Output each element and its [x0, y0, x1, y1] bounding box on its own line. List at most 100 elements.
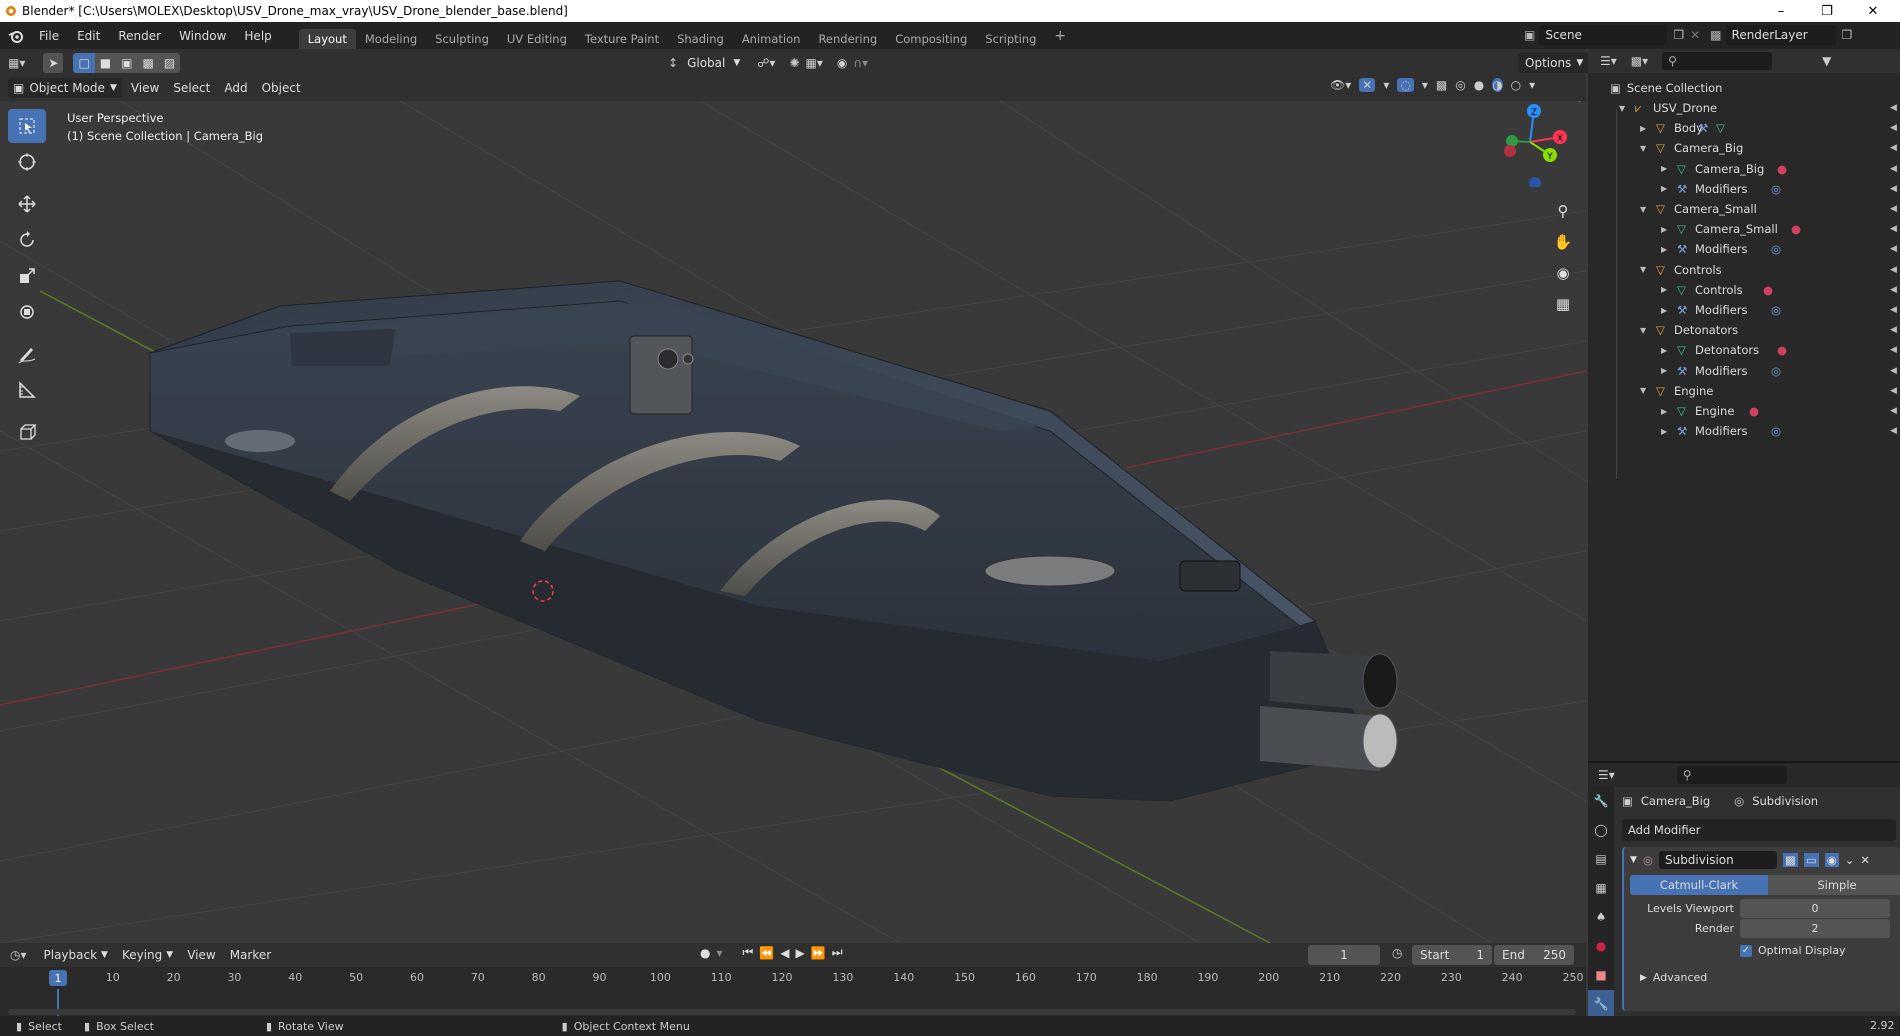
- filter-icon[interactable]: ▼: [1822, 54, 1831, 68]
- row-toggle-icon[interactable]: ◀: [1890, 285, 1897, 295]
- camera-view-icon[interactable]: ◉: [1552, 258, 1574, 289]
- modifier-tab-icon[interactable]: 🔧: [1588, 990, 1614, 1019]
- optimal-display-checkbox[interactable]: ✓: [1740, 944, 1752, 957]
- row-toggle-icon[interactable]: ◀: [1890, 325, 1897, 335]
- select-mode-subtract-icon[interactable]: ▣: [116, 53, 138, 73]
- outliner-row[interactable]: ▼ ⩗ USV_Drone ◀: [1588, 98, 1900, 118]
- end-frame-field[interactable]: End 250: [1494, 945, 1574, 965]
- render-toggle-icon[interactable]: ◉: [1824, 853, 1839, 867]
- orientation-dropdown[interactable]: Global ▼: [684, 53, 743, 73]
- simple-tab[interactable]: Simple: [1768, 875, 1900, 895]
- menu-window[interactable]: Window: [170, 29, 235, 43]
- select-box-tool-icon[interactable]: [8, 109, 46, 143]
- navigation-gizmo[interactable]: Z X Y: [1490, 101, 1570, 189]
- blender-menu-icon[interactable]: [8, 29, 24, 43]
- row-toggle-icon[interactable]: ◀: [1890, 204, 1897, 214]
- mesh-badge-icon[interactable]: ▽: [1716, 121, 1725, 135]
- row-toggle-icon[interactable]: ◀: [1890, 265, 1897, 275]
- collapse-arrow-icon[interactable]: ▶: [1661, 285, 1667, 294]
- prev-keyframe-icon[interactable]: ⏪: [759, 946, 774, 960]
- properties-search-input[interactable]: ⚲: [1676, 766, 1787, 784]
- scene-field[interactable]: Scene: [1539, 25, 1668, 45]
- object-tab-icon[interactable]: ■: [1588, 961, 1614, 990]
- material-icon[interactable]: ●: [1777, 343, 1787, 357]
- add-cube-tool-icon[interactable]: [8, 415, 46, 449]
- tab-shading[interactable]: Shading: [668, 29, 733, 49]
- expand-arrow-icon[interactable]: ▼: [1619, 104, 1625, 113]
- material-icon[interactable]: ●: [1777, 162, 1787, 176]
- outliner-row[interactable]: ▶ ▽ Camera_Big ● ◀: [1588, 159, 1900, 179]
- breadcrumb-object[interactable]: Camera_Big: [1641, 794, 1710, 808]
- renderlayer-icon[interactable]: ▩: [1710, 28, 1721, 42]
- usv-drone-model[interactable]: [149, 280, 1398, 802]
- zoom-icon[interactable]: ⚲: [1552, 196, 1574, 227]
- tab-uv-editing[interactable]: UV Editing: [498, 29, 576, 49]
- output-tab-icon[interactable]: ▤: [1588, 845, 1614, 874]
- gizmo-dropdown-icon[interactable]: ▾: [1383, 78, 1389, 92]
- outliner-row[interactable]: ▶ ▽ Detonators ● ◀: [1588, 340, 1900, 360]
- gizmo-toggle-icon[interactable]: ✕: [1359, 78, 1376, 92]
- outliner-row[interactable]: ▶ ▽ Camera_Small ● ◀: [1588, 219, 1900, 239]
- row-toggle-icon[interactable]: ◀: [1890, 103, 1897, 113]
- pivot-icon[interactable]: ☍▾: [757, 56, 775, 70]
- viewport-menu-object[interactable]: Object: [255, 78, 308, 98]
- row-toggle-icon[interactable]: ◀: [1890, 143, 1897, 153]
- viewport-menu-add[interactable]: Add: [217, 78, 254, 98]
- collapse-arrow-icon[interactable]: ▶: [1661, 407, 1667, 416]
- material-icon[interactable]: ●: [1791, 222, 1801, 236]
- modifier-badge-icon[interactable]: ◎: [1771, 424, 1781, 438]
- cursor-tool-icon[interactable]: [8, 145, 46, 179]
- timeline-editor-type-icon[interactable]: ◷▾: [10, 948, 27, 962]
- outliner-editor-type-icon[interactable]: ☰▾: [1600, 54, 1617, 68]
- delete-modifier-icon[interactable]: ✕: [1860, 853, 1870, 867]
- outliner-row[interactable]: ▼ ▽ Detonators ◀: [1588, 320, 1900, 340]
- breadcrumb-modifier[interactable]: Subdivision: [1752, 794, 1818, 808]
- modifier-badge-icon[interactable]: ◎: [1771, 303, 1781, 317]
- view-layer-tab-icon[interactable]: ▦: [1588, 874, 1614, 903]
- new-layer-icon[interactable]: ❐: [1842, 28, 1853, 42]
- select-tool-icon[interactable]: ➤: [43, 53, 64, 73]
- viewport-menu-select[interactable]: Select: [166, 78, 217, 98]
- timeline-menu-playback[interactable]: Playback ▼: [37, 945, 115, 965]
- select-mode-invert-icon[interactable]: ▩: [137, 53, 159, 73]
- row-toggle-icon[interactable]: ◀: [1890, 426, 1897, 436]
- jump-end-icon[interactable]: ⏭: [832, 945, 843, 960]
- xray-icon[interactable]: ▩: [1436, 78, 1447, 92]
- menu-render[interactable]: Render: [109, 29, 170, 43]
- select-mode-extend-icon[interactable]: ■: [94, 53, 117, 73]
- snap-increment-icon[interactable]: ▦▾: [806, 56, 823, 70]
- snap-icon[interactable]: ✺: [789, 56, 799, 70]
- renderlayer-field[interactable]: RenderLayer: [1725, 25, 1836, 45]
- tab-rendering[interactable]: Rendering: [809, 29, 886, 49]
- current-frame-field[interactable]: 1: [1308, 945, 1380, 965]
- rotate-tool-icon[interactable]: [8, 223, 46, 257]
- material-shading-icon[interactable]: ◑: [1492, 78, 1503, 92]
- collapse-arrow-icon[interactable]: ▶: [1661, 427, 1667, 436]
- rendered-shading-icon[interactable]: ○: [1511, 78, 1521, 92]
- collapse-arrow-icon[interactable]: ▶: [1661, 306, 1667, 315]
- scene-icon[interactable]: ▣: [1524, 28, 1535, 42]
- expand-arrow-icon[interactable]: ▼: [1640, 265, 1646, 274]
- falloff-icon[interactable]: ∩▾: [853, 56, 868, 70]
- outliner-row[interactable]: ▶ ⚒ Modifiers ◎ ◀: [1588, 300, 1900, 320]
- wrench-badge-icon[interactable]: ⚒: [1698, 121, 1708, 135]
- add-modifier-button[interactable]: Add Modifier: [1622, 819, 1896, 841]
- new-scene-icon[interactable]: ❐: [1673, 28, 1684, 42]
- row-toggle-icon[interactable]: ◀: [1890, 224, 1897, 234]
- row-toggle-icon[interactable]: ◀: [1890, 123, 1897, 133]
- tab-scripting[interactable]: Scripting: [976, 29, 1045, 49]
- 3d-viewport[interactable]: User Perspective (1) Scene Collection | …: [0, 101, 1586, 943]
- outliner-row[interactable]: ▶ ▽ Body ⚒ ▽ ◀: [1588, 118, 1900, 138]
- collapse-arrow-icon[interactable]: ▶: [1661, 366, 1667, 375]
- display-mode-icon[interactable]: ▩▾: [1631, 54, 1648, 68]
- render-tab-icon[interactable]: ◯: [1588, 816, 1614, 845]
- render-levels-field[interactable]: 2: [1740, 919, 1890, 938]
- catmull-clark-tab[interactable]: Catmull-Clark: [1630, 875, 1768, 895]
- tab-modeling[interactable]: Modeling: [356, 29, 426, 49]
- outliner-row[interactable]: ▼ ▽ Engine ◀: [1588, 381, 1900, 401]
- material-icon[interactable]: ●: [1749, 404, 1759, 418]
- row-toggle-icon[interactable]: ◀: [1890, 386, 1897, 396]
- row-toggle-icon[interactable]: ◀: [1890, 406, 1897, 416]
- move-tool-icon[interactable]: [8, 187, 46, 221]
- current-frame-marker[interactable]: 1: [49, 970, 67, 986]
